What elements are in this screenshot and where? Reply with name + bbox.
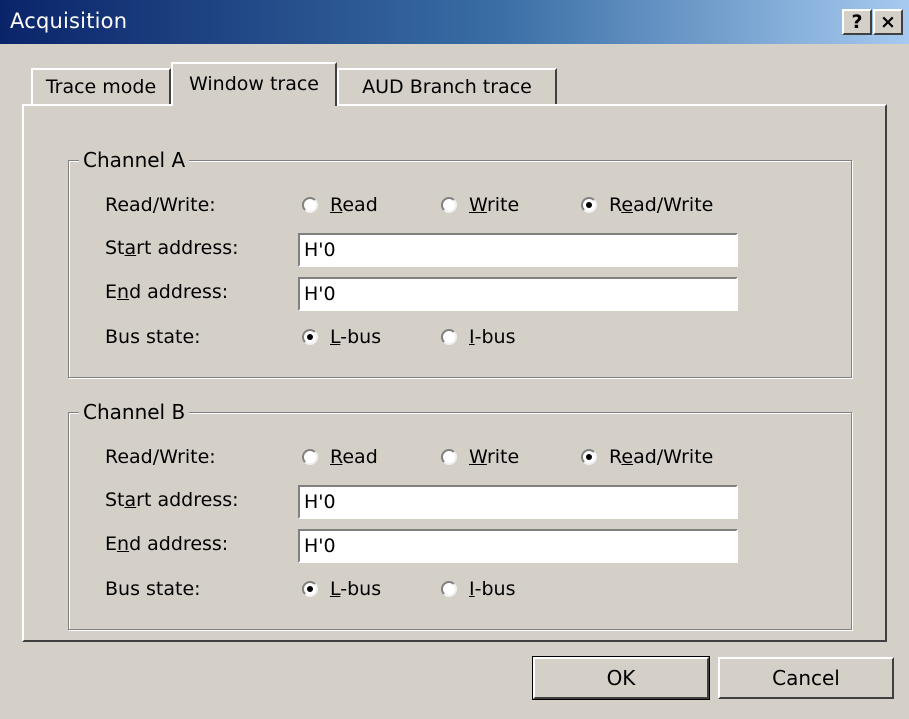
channel-b-ibus-radio[interactable]: I-bus <box>441 578 515 600</box>
channel-a-rw-label: Read/Write: <box>105 194 216 216</box>
channel-b-readwrite-radio[interactable]: Read/Write <box>581 446 713 468</box>
channel-a-legend: Channel A <box>79 148 190 172</box>
radio-label: Read/Write <box>609 194 714 216</box>
channel-a-end-address-input[interactable]: H'0 <box>298 277 738 311</box>
cancel-button[interactable]: Cancel <box>718 657 894 699</box>
channel-b-write-radio[interactable]: Write <box>441 446 519 468</box>
radio-label: Write <box>469 194 520 216</box>
tab-trace-mode[interactable]: Trace mode <box>31 68 171 106</box>
channel-b-start-label: Start address: <box>105 489 239 511</box>
channel-b-end-address-input[interactable]: H'0 <box>298 529 738 563</box>
radio-label: I-bus <box>469 326 516 348</box>
radio-label: L-bus <box>330 578 382 600</box>
tab-panel-window-trace: Channel A Read/Write: Read Write Read/Wr… <box>22 104 887 642</box>
channel-a-read-radio[interactable]: Read <box>302 194 378 216</box>
radio-label: Read/Write <box>609 446 714 468</box>
channel-b-group: Channel B Read/Write: Read Write Read/Wr… <box>68 400 852 630</box>
channel-a-lbus-radio[interactable]: L-bus <box>302 326 381 348</box>
tab-window-trace[interactable]: Window trace <box>171 62 337 106</box>
title-bar[interactable]: Acquisition ? × <box>0 0 909 44</box>
channel-a-start-label: Start address: <box>105 237 239 259</box>
radio-indicator[interactable] <box>581 449 597 465</box>
channel-b-bus-label: Bus state: <box>105 578 201 600</box>
channel-b-lbus-radio[interactable]: L-bus <box>302 578 381 600</box>
channel-a-end-label: End address: <box>105 281 229 303</box>
channel-a-bus-label: Bus state: <box>105 326 201 348</box>
radio-label: L-bus <box>330 326 382 348</box>
channel-b-read-radio[interactable]: Read <box>302 446 378 468</box>
tab-aud-branch-trace[interactable]: AUD Branch trace <box>337 68 557 106</box>
channel-a-group: Channel A Read/Write: Read Write Read/Wr… <box>68 148 852 378</box>
help-button[interactable]: ? <box>842 9 872 35</box>
ok-button[interactable]: OK <box>532 656 710 700</box>
radio-label: I-bus <box>469 578 516 600</box>
channel-b-end-label: End address: <box>105 533 229 555</box>
radio-label: Write <box>469 446 520 468</box>
close-button[interactable]: × <box>873 9 903 35</box>
channel-b-start-address-input[interactable]: H'0 <box>298 485 738 519</box>
radio-indicator[interactable] <box>302 449 318 465</box>
radio-indicator[interactable] <box>441 197 457 213</box>
radio-indicator[interactable] <box>581 197 597 213</box>
channel-a-ibus-radio[interactable]: I-bus <box>441 326 515 348</box>
radio-label: Read <box>330 194 378 216</box>
radio-indicator[interactable] <box>441 329 457 345</box>
radio-indicator[interactable] <box>302 197 318 213</box>
channel-b-rw-label: Read/Write: <box>105 446 216 468</box>
channel-a-write-radio[interactable]: Write <box>441 194 519 216</box>
radio-indicator[interactable] <box>302 581 318 597</box>
radio-indicator[interactable] <box>441 449 457 465</box>
acquisition-dialog: Acquisition ? × Trace mode Window trace … <box>0 0 909 719</box>
channel-a-start-address-input[interactable]: H'0 <box>298 233 738 267</box>
radio-label: Read <box>330 446 378 468</box>
radio-indicator[interactable] <box>302 329 318 345</box>
channel-a-readwrite-radio[interactable]: Read/Write <box>581 194 713 216</box>
channel-b-legend: Channel B <box>79 400 190 424</box>
window-title: Acquisition <box>10 9 128 33</box>
radio-indicator[interactable] <box>441 581 457 597</box>
